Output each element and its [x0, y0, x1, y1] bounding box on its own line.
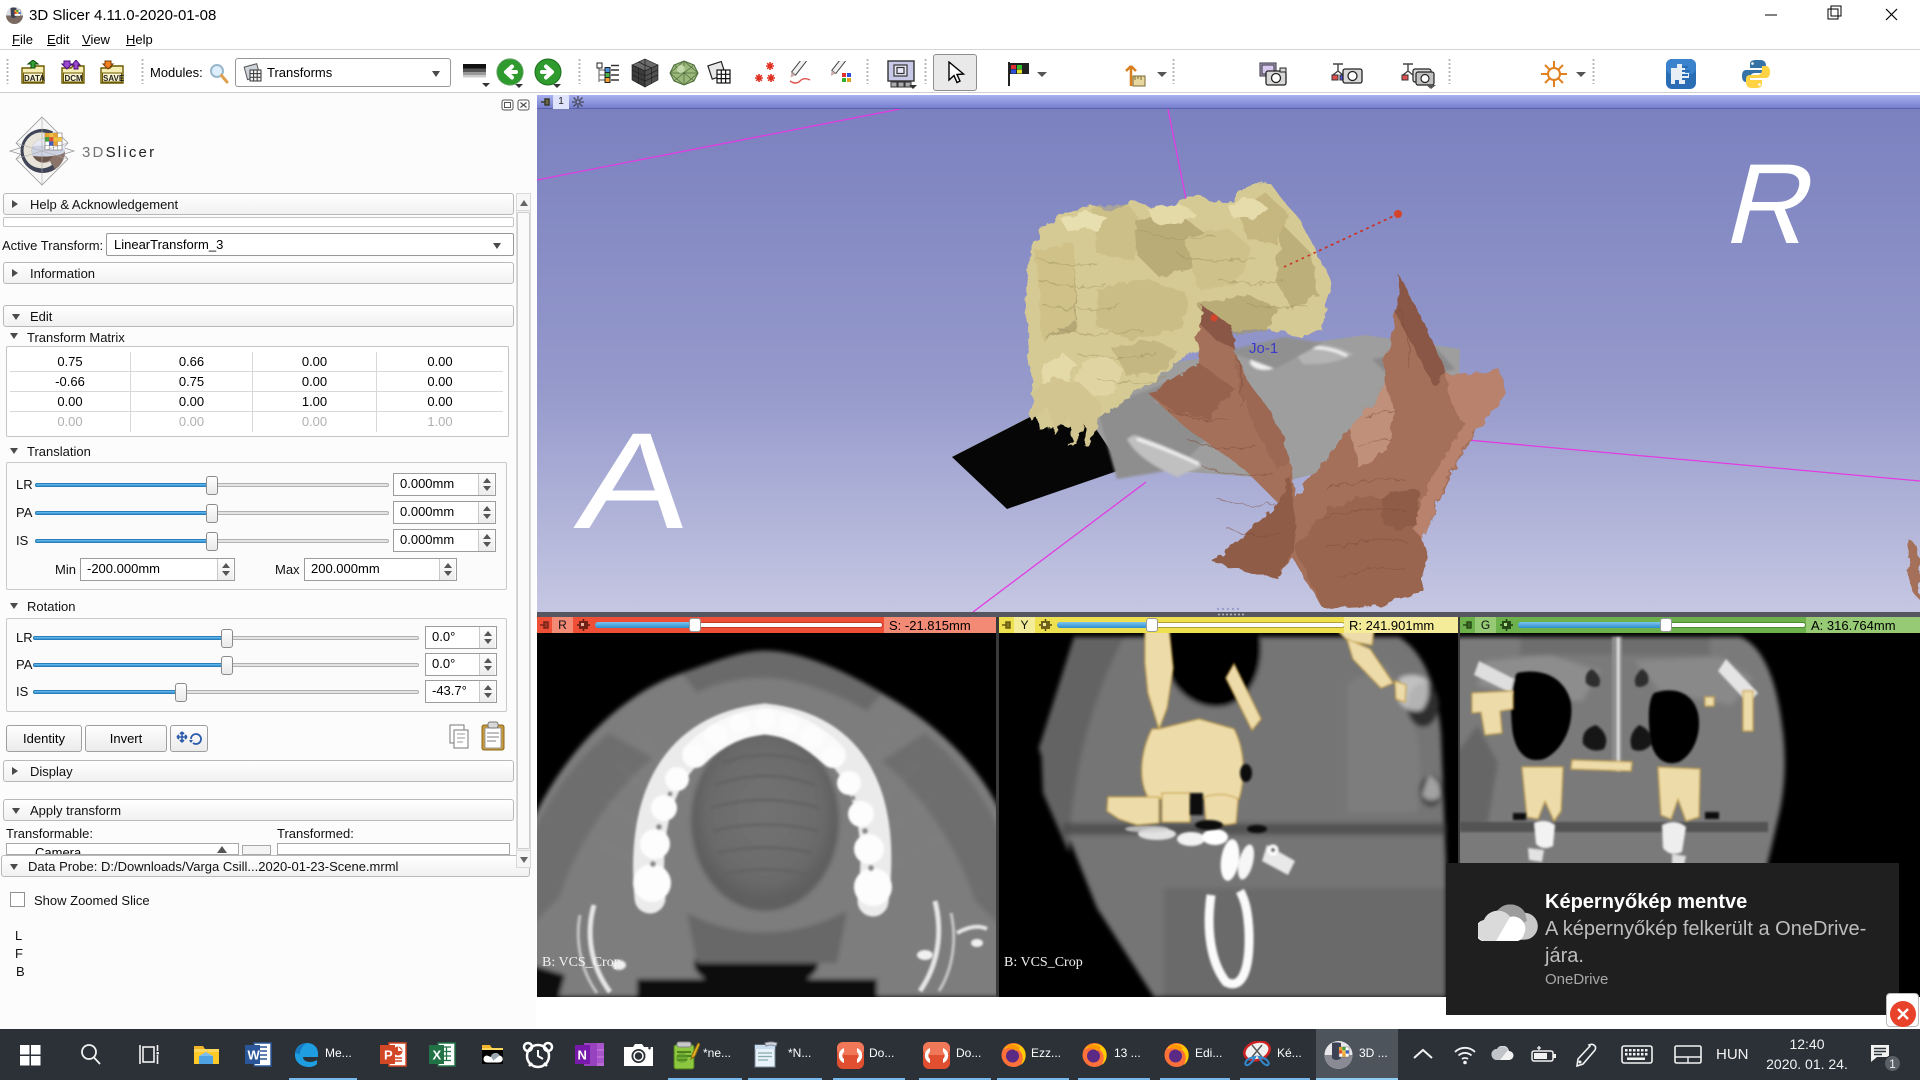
- svg-text:W: W: [248, 1048, 261, 1063]
- svg-text:N: N: [578, 1048, 587, 1063]
- svg-text:A: A: [569, 405, 701, 558]
- svg-text:B: VCS_Crop: B: VCS_Crop: [542, 955, 621, 970]
- svg-text:DATA: DATA: [24, 74, 45, 83]
- svg-text:P: P: [384, 1048, 393, 1063]
- svg-text:DCM: DCM: [65, 74, 84, 83]
- svg-text:Jo-1: Jo-1: [1249, 340, 1278, 357]
- svg-text:X: X: [433, 1048, 442, 1063]
- svg-text:SAVE: SAVE: [103, 74, 125, 83]
- svg-text:B: VCS_Crop: B: VCS_Crop: [1004, 955, 1083, 970]
- svg-text:3DSlicer: 3DSlicer: [82, 144, 156, 161]
